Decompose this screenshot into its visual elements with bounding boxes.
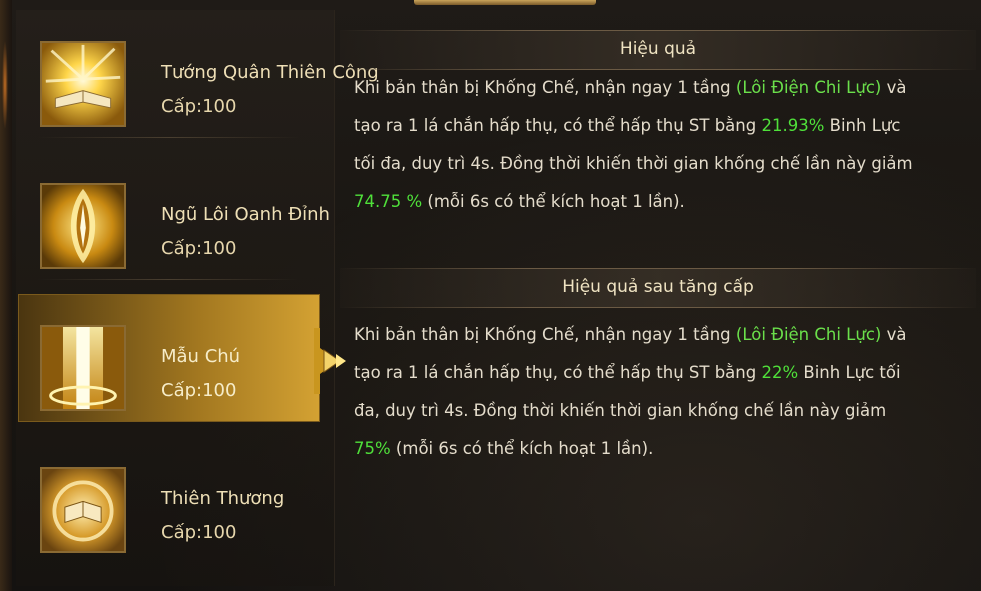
effect-value-reduction: 74.75 %	[354, 192, 423, 211]
effect-section-header: Hiệu quả	[340, 30, 976, 70]
divider	[38, 279, 300, 280]
golden-light-pillar-icon	[40, 325, 126, 411]
lightning-slash-icon	[40, 183, 126, 269]
skill-level: Cấp:100	[161, 522, 237, 543]
effect-value-shield: 21.93%	[761, 116, 825, 135]
skill-item-thien-thuong[interactable]: Thiên Thương Cấp:100	[18, 436, 320, 564]
skill-item-mau-chu[interactable]: Mẫu Chú Cấp:100	[18, 294, 320, 422]
upgrade-text-part: (mỗi 6s có thể kích hoạt 1 lần).	[390, 439, 654, 458]
effect-buff-name: (Lôi Điện Chi Lực)	[735, 78, 882, 97]
effect-description: Khi bản thân bị Khống Chế, nhận ngay 1 t…	[354, 69, 924, 221]
upgrade-value-reduction: 75%	[354, 439, 391, 458]
top-tab-ornament	[414, 0, 596, 5]
skill-level: Cấp:100	[161, 380, 237, 401]
skill-level: Cấp:100	[161, 238, 237, 259]
skill-level: Cấp:100	[161, 96, 237, 117]
effect-text-part: (mỗi 6s có thể kích hoạt 1 lần).	[422, 192, 685, 211]
upgrade-buff-name: (Lôi Điện Chi Lực)	[735, 325, 882, 344]
skill-item-ngu-loi-oanh-dinh[interactable]: Ngũ Lôi Oanh Đỉnh Cấp:100	[18, 152, 330, 280]
golden-tome-icon	[40, 467, 126, 553]
divider	[38, 137, 300, 138]
upgrade-text-part: Khi bản thân bị Khống Chế, nhận ngay 1 t…	[354, 325, 736, 344]
skill-name: Mẫu Chú	[161, 346, 241, 367]
effect-text-part: Khi bản thân bị Khống Chế, nhận ngay 1 t…	[354, 78, 736, 97]
effect-title: Hiệu quả	[619, 39, 697, 59]
upgrade-title: Hiệu quả sau tăng cấp	[562, 277, 754, 297]
skill-name: Thiên Thương	[161, 488, 285, 509]
skill-item-tuong-quan-thien-cong[interactable]: Tướng Quân Thiên Công Cấp:100	[18, 10, 379, 138]
upgrade-description: Khi bản thân bị Khống Chế, nhận ngay 1 t…	[354, 316, 924, 468]
left-border-ornament	[0, 0, 12, 591]
upgrade-section-header: Hiệu quả sau tăng cấp	[340, 268, 976, 308]
open-book-burst-icon	[40, 41, 126, 127]
skill-name: Ngũ Lôi Oanh Đỉnh	[161, 204, 330, 225]
selection-arrow-icon	[314, 328, 346, 394]
upgrade-value-shield: 22%	[761, 363, 799, 382]
